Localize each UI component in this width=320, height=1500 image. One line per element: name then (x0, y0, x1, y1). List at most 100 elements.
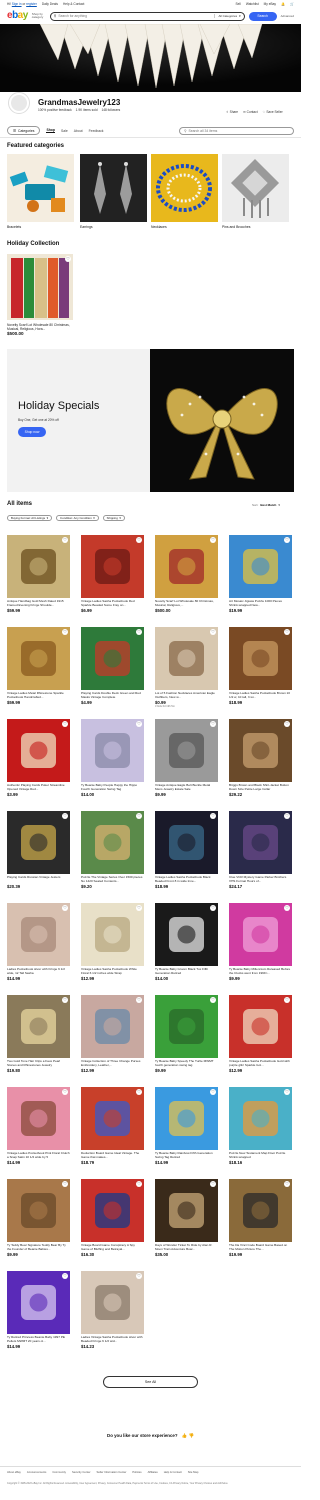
heart-icon[interactable]: ♡ (136, 629, 142, 635)
featured-category[interactable]: Necklaces (151, 154, 218, 229)
product-title[interactable]: Ty Beanie Baby People Happy the Hippo Fo… (81, 784, 144, 792)
daily-deals-link[interactable]: Daily Deals (42, 2, 58, 6)
heart-icon[interactable]: ♡ (62, 1089, 68, 1095)
thumbs-up-icon[interactable]: 👍 (182, 1433, 187, 1438)
product-title[interactable]: Ladies Vintage Sasha Pocketbook silver w… (81, 1336, 144, 1344)
featured-category[interactable]: Pins and Brooches (222, 154, 289, 229)
heart-icon[interactable]: ♡ (210, 537, 216, 543)
feedback-stat[interactable]: 100% positive feedback (38, 108, 72, 112)
product-card[interactable]: ♡ Ladies Vintage Sasha Pocketbook silver … (81, 1271, 144, 1360)
product-title[interactable]: Novelty Scarf Lot Wholesale 80 Christmas… (7, 323, 73, 331)
watchlist-link[interactable]: Watchlist (246, 2, 259, 6)
thumbs-down-icon[interactable]: 👎 (189, 1433, 194, 1438)
footer-link[interactable]: Help & Contact (164, 1471, 182, 1474)
heart-icon[interactable]: ♡ (210, 629, 216, 635)
tab-about[interactable]: About (74, 129, 83, 133)
product-card[interactable]: ♡ Novelty Scarf Lot Wholesale 80 Christm… (7, 254, 73, 336)
footer-link[interactable]: Security Center (72, 1471, 91, 1474)
product-title[interactable]: Authentic Playing Cards Poker Streamline… (7, 784, 70, 792)
help-contact-link[interactable]: Help & Contact (63, 2, 84, 6)
product-card[interactable]: ♡ Ty Teddy Bear Signature Teddy Bear By T… (7, 1179, 70, 1268)
heart-icon[interactable]: ♡ (136, 1089, 142, 1095)
heart-icon[interactable]: ♡ (62, 997, 68, 1003)
product-card[interactable]: ♡ Days of Wonder Ticket To Ride by Alan R… (155, 1179, 218, 1268)
signin-link[interactable]: Sign in (12, 2, 22, 6)
product-card[interactable]: ♡ Vintage Ladies Sasha Pocketbook White F… (81, 903, 144, 992)
product-title[interactable]: Puzzle The Vintage Series Over 1500 piec… (81, 876, 144, 884)
product-title[interactable]: Art Mosaic Jigsaw Puzzle 1000 Pieces Shr… (229, 600, 292, 608)
filter-buying-format[interactable]: Buying Format: All Listings ▾ (7, 515, 53, 521)
product-title[interactable]: Vintage Ladies Metal Rhinestone Sparkle … (7, 692, 70, 700)
product-card[interactable]: ♡ Art Mosaic Jigsaw Puzzle 1000 Pieces Sh… (229, 535, 292, 624)
product-title[interactable]: Clue VCR Mystery Game Parker Brothers VH… (229, 876, 292, 884)
product-card[interactable]: ♡ Lot of 5 Fashion Necklaces American Eag… (155, 627, 218, 716)
sell-link[interactable]: Sell (235, 2, 240, 6)
product-title[interactable]: Lot of 5 Fashion Necklaces American Eagl… (155, 692, 218, 700)
product-title[interactable]: Vintage Antique Eagle Belt Buckle Metal … (155, 784, 218, 792)
tab-feedback[interactable]: Feedback (89, 129, 104, 133)
share-button[interactable]: ⇧ Share (226, 110, 238, 114)
featured-category[interactable]: Bracelets (7, 154, 74, 229)
heart-icon[interactable]: ♡ (210, 1089, 216, 1095)
heart-icon[interactable]: ♡ (136, 537, 142, 543)
product-title[interactable]: Antique Handbag Gold Mesh Dated 1915 Fra… (7, 600, 70, 608)
product-card[interactable]: ♡ Vintage Ladies Metal Rhinestone Sparkle… (7, 627, 70, 716)
product-card[interactable]: ♡ Ty Beanie Baby Speedy The Turtle MWMT f… (155, 995, 218, 1084)
product-title[interactable]: Ty Beanie Baby Speedy The Turtle MWMT fo… (155, 1060, 218, 1068)
footer-link[interactable]: Seller Information Center (96, 1471, 126, 1474)
heart-icon[interactable]: ♡ (284, 1089, 290, 1095)
product-title[interactable]: Vintage Ladies Sasha Pocketbook Black Be… (155, 876, 218, 884)
heart-icon[interactable]: ♡ (62, 813, 68, 819)
product-card[interactable]: ♡ Antique Handbag Gold Mesh Dated 1915 Fr… (7, 535, 70, 624)
advanced-search-link[interactable]: Advanced (281, 14, 294, 18)
heart-icon[interactable]: ♡ (210, 721, 216, 727)
product-title[interactable]: Ty Beanie Baby Groom Black Tux Fifth Gen… (155, 968, 218, 976)
product-card[interactable]: ♡ Authentic Playing Cards Poker Streamlin… (7, 719, 70, 808)
heart-icon[interactable]: ♡ (65, 256, 71, 262)
product-card[interactable]: ♡ Clue VCR Mystery Game Parker Brothers V… (229, 811, 292, 900)
product-card[interactable]: ♡ Ty Beanie Baby Millennium Released Befo… (229, 903, 292, 992)
product-card[interactable]: ♡ Vintage Ladies Sasha Pocketbook Gold wi… (229, 995, 292, 1084)
product-title[interactable]: Novelty Scarf Lot Wholesale 80 Christmas… (155, 600, 218, 608)
product-title[interactable]: Puzzle New Testament Map Floor Puzzle Sh… (229, 1152, 292, 1160)
product-card[interactable]: ♡ Ty Retired Princess Beanie Baby 1997 PE… (7, 1271, 70, 1360)
heart-icon[interactable]: ♡ (62, 537, 68, 543)
filter-shipping[interactable]: Shipping ▾ (102, 515, 125, 521)
product-title[interactable]: Vintage Ladies Pocketbook Pink Floral Cl… (7, 1152, 70, 1160)
product-card[interactable]: ♡ Playing Cards Double Deck Green and Red… (81, 627, 144, 716)
shop-by-category[interactable]: Shop by category (32, 12, 46, 20)
contact-button[interactable]: ✉ Contact (243, 110, 258, 114)
product-card[interactable]: ♡ Vintage Ladies Pocketbook Pink Floral C… (7, 1087, 70, 1176)
heart-icon[interactable]: ♡ (62, 905, 68, 911)
register-link[interactable]: register (26, 2, 37, 6)
search-input[interactable]: Search for anything (58, 14, 212, 18)
heart-icon[interactable]: ♡ (210, 905, 216, 911)
product-title[interactable]: Playing Cards Russian Vintage Jesters (7, 876, 70, 884)
product-title[interactable]: Ty Beanie Baby Millennium Released Befor… (229, 968, 292, 976)
product-title[interactable]: Playing Cards Double Deck Green and Red … (81, 692, 144, 700)
heart-icon[interactable]: ♡ (284, 813, 290, 819)
footer-link[interactable]: Affiliates (148, 1471, 158, 1474)
save-seller-button[interactable]: ♡ Save Seller (263, 110, 283, 114)
product-card[interactable]: ♡ The Da Vinci Code Board Game Based on T… (229, 1179, 292, 1268)
product-card[interactable]: ♡ Vintage Ladies Sasha Pocketbook Black B… (155, 811, 218, 900)
heart-icon[interactable]: ♡ (284, 1181, 290, 1187)
heart-icon[interactable]: ♡ (284, 721, 290, 727)
product-card[interactable]: ♡ Playing Cards Russian Vintage Jesters $2… (7, 811, 70, 900)
product-title[interactable]: Ty Teddy Bear Signature Teddy Bear By Ty… (7, 1244, 70, 1252)
see-all-button[interactable]: See All (103, 1376, 198, 1388)
heart-icon[interactable]: ♡ (136, 997, 142, 1003)
footer-link[interactable]: Site Map (188, 1471, 199, 1474)
product-card[interactable]: ♡ Ty Beanie Baby Groom Black Tux Fifth Ge… (155, 903, 218, 992)
product-card[interactable]: ♡ Vintage Antique Eagle Belt Buckle Metal… (155, 719, 218, 808)
product-card[interactable]: ♡ Vintage Board Game Conspiracy A Spy Gam… (81, 1179, 144, 1268)
bell-icon[interactable]: 🔔 (281, 2, 285, 6)
product-title[interactable]: Briggs Brown and Black Shirt-Jacket Butt… (229, 784, 292, 792)
product-title[interactable]: Two Gold Tone Hair Clips a Faux Pearl St… (7, 1060, 70, 1068)
footer-link[interactable]: About eBay (7, 1471, 21, 1474)
heart-icon[interactable]: ♡ (136, 721, 142, 727)
heart-icon[interactable]: ♡ (136, 1181, 142, 1187)
product-title[interactable]: Deduction Board Game Ideal Vintage. The … (81, 1152, 144, 1160)
heart-icon[interactable]: ♡ (62, 721, 68, 727)
search-button[interactable]: Search (248, 11, 277, 21)
